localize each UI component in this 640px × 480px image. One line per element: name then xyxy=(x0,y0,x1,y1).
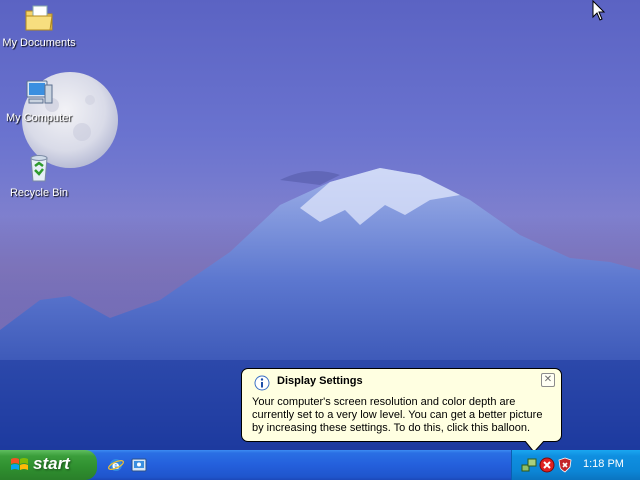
display-settings-balloon[interactable]: Display Settings ✕ Your computer's scree… xyxy=(241,368,562,450)
show-desktop-icon[interactable] xyxy=(131,457,147,473)
taskbar-clock[interactable]: 1:18 PM xyxy=(583,458,624,470)
balloon-message: Your computer's screen resolution and co… xyxy=(252,396,543,434)
desktop-icon-label: My Documents xyxy=(2,37,76,49)
recycle-bin-icon xyxy=(30,155,48,182)
desktop-icon-my-documents[interactable]: My Documents xyxy=(0,2,81,49)
start-label: start xyxy=(33,454,70,473)
desktop-icon-label: Recycle Bin xyxy=(9,187,69,199)
windows-logo-icon xyxy=(11,458,28,470)
network-icon[interactable] xyxy=(521,457,537,473)
security-alert-icon[interactable] xyxy=(539,457,555,473)
desktop-icon-label: My Computer xyxy=(5,112,73,124)
system-tray: 1:18 PM xyxy=(511,450,640,480)
desktop: My Documents My Computer Recycle Bin Dis… xyxy=(0,0,640,450)
mouse-pointer-icon xyxy=(592,0,606,21)
computer-icon xyxy=(26,80,53,104)
internet-explorer-icon[interactable]: e xyxy=(108,457,124,473)
folder-documents-icon xyxy=(25,5,53,31)
balloon-tail xyxy=(524,441,545,450)
balloon-close-button[interactable]: ✕ xyxy=(541,373,555,387)
security-center-icon[interactable] xyxy=(557,457,573,473)
start-button[interactable]: start xyxy=(0,450,97,480)
info-icon xyxy=(254,375,270,391)
desktop-icon-my-computer[interactable]: My Computer xyxy=(0,77,81,124)
balloon-title: Display Settings xyxy=(277,375,363,387)
taskbar: start e 1:18 PM xyxy=(0,450,640,480)
desktop-icon-recycle-bin[interactable]: Recycle Bin xyxy=(0,152,81,199)
